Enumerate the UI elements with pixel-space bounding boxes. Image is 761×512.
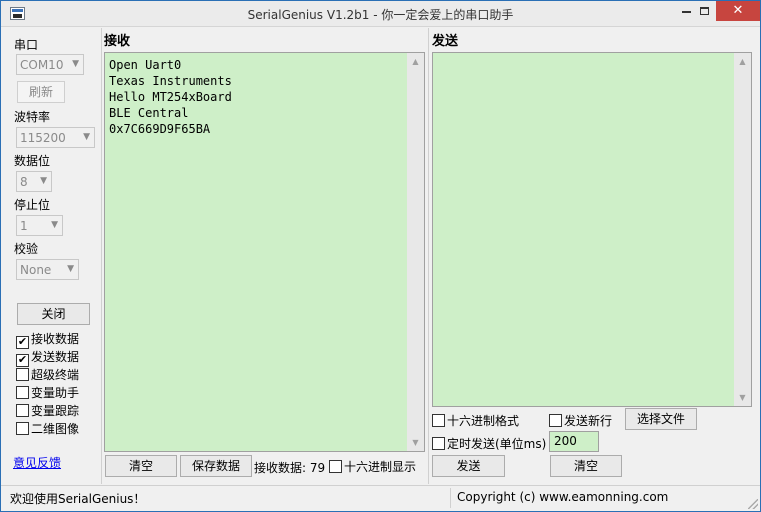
- divider: [428, 28, 429, 484]
- databits-select[interactable]: 8 ▼: [16, 171, 52, 192]
- minimize-icon: [681, 10, 691, 13]
- title-bar: SerialGenius V1.2b1 - 你一定会爱上的串口助手 ✕: [1, 1, 760, 27]
- port-label: 串口: [14, 38, 39, 52]
- receive-line: Hello MT254xBoard: [109, 90, 232, 104]
- checkbox[interactable]: [432, 437, 445, 450]
- baud-label: 波特率: [14, 110, 51, 124]
- option-label: 定时发送(单位ms): [447, 437, 547, 451]
- chevron-down-icon: ▼: [67, 264, 74, 274]
- open-close-port-button[interactable]: 关闭: [17, 303, 90, 325]
- checkbox[interactable]: [432, 414, 445, 427]
- option-label: 超级终端: [31, 368, 80, 382]
- port-value: COM10: [20, 58, 64, 72]
- feedback-link[interactable]: 意见反馈: [13, 454, 61, 471]
- status-welcome: 欢迎使用SerialGenius！: [10, 492, 146, 506]
- option-label: 变量助手: [31, 386, 80, 400]
- chevron-down-icon: ▼: [40, 176, 47, 186]
- stopbits-label: 停止位: [14, 198, 51, 212]
- port-select[interactable]: COM10 ▼: [16, 54, 84, 75]
- checkbox[interactable]: [329, 460, 342, 473]
- receive-line: 0x7C669D9F65BA: [109, 122, 211, 136]
- close-window-button[interactable]: ✕: [716, 1, 760, 21]
- stopbits-value: 1: [20, 219, 28, 233]
- option-label: 接收数据: [31, 332, 80, 346]
- close-icon: ✕: [732, 3, 744, 18]
- option-variable-tracking[interactable]: 变量跟踪: [16, 402, 79, 418]
- send-scrollbar[interactable]: ▲ ▼: [734, 53, 751, 406]
- chevron-down-icon: ▼: [72, 59, 79, 69]
- option-label: 变量跟踪: [31, 404, 80, 418]
- send-button[interactable]: 发送: [432, 455, 505, 477]
- status-bar: 欢迎使用SerialGenius！ Copyright (c) www.eamo…: [1, 485, 760, 511]
- choose-file-button[interactable]: 选择文件: [625, 408, 697, 430]
- option-label: 十六进制显示: [344, 460, 417, 474]
- receive-content: Open Uart0 Texas Instruments Hello MT254…: [109, 57, 232, 137]
- option-label: 二维图像: [31, 422, 80, 436]
- parity-select[interactable]: None ▼: [16, 259, 79, 280]
- checkbox[interactable]: [16, 386, 29, 399]
- checkbox[interactable]: [16, 368, 29, 381]
- send-hex-format-option[interactable]: 十六进制格式: [432, 412, 519, 428]
- receive-textarea[interactable]: Open Uart0 Texas Instruments Hello MT254…: [104, 52, 425, 452]
- parity-value: None: [20, 263, 52, 277]
- scroll-up-icon[interactable]: ▲: [407, 53, 424, 70]
- check-icon: ✔: [17, 335, 28, 348]
- send-title: 发送: [432, 34, 459, 49]
- receive-line: Texas Instruments: [109, 74, 232, 88]
- refresh-button[interactable]: 刷新: [17, 81, 65, 103]
- stopbits-select[interactable]: 1 ▼: [16, 215, 63, 236]
- baud-value: 115200: [20, 131, 66, 145]
- checkbox[interactable]: [549, 414, 562, 427]
- chevron-down-icon: ▼: [51, 220, 58, 230]
- option-label: 发送数据: [31, 350, 80, 364]
- receive-hex-option[interactable]: 十六进制显示: [329, 458, 416, 474]
- divider: [450, 488, 451, 508]
- window-title: SerialGenius V1.2b1 - 你一定会爱上的串口助手: [247, 8, 514, 22]
- option-super-terminal[interactable]: 超级终端: [16, 366, 79, 382]
- receive-line: BLE Central: [109, 106, 189, 120]
- option-send-data[interactable]: ✔ 发送数据: [16, 348, 80, 367]
- receive-line: Open Uart0: [109, 58, 182, 72]
- receive-clear-button[interactable]: 清空: [105, 455, 177, 477]
- baud-select[interactable]: 115200 ▼: [16, 127, 95, 148]
- databits-value: 8: [20, 175, 28, 189]
- status-copyright: Copyright (c) www.eamonning.com: [457, 490, 669, 504]
- divider: [101, 28, 102, 484]
- send-newline-option[interactable]: 发送新行: [549, 412, 612, 428]
- send-clear-button[interactable]: 清空: [550, 455, 622, 477]
- option-label: 十六进制格式: [447, 414, 520, 428]
- checkbox[interactable]: [16, 404, 29, 417]
- scroll-up-icon[interactable]: ▲: [734, 53, 751, 70]
- checkbox[interactable]: [16, 422, 29, 435]
- resize-grip-icon[interactable]: [748, 499, 758, 509]
- check-icon: ✔: [17, 353, 28, 366]
- option-receive-data[interactable]: ✔ 接收数据: [16, 330, 80, 349]
- parity-label: 校验: [14, 242, 39, 256]
- save-data-button[interactable]: 保存数据: [180, 455, 252, 477]
- chevron-down-icon: ▼: [83, 132, 90, 142]
- option-2d-image[interactable]: 二维图像: [16, 420, 79, 436]
- receive-title: 接收: [104, 34, 131, 49]
- timed-send-option[interactable]: 定时发送(单位ms): [432, 435, 546, 451]
- option-variable-helper[interactable]: 变量助手: [16, 384, 79, 400]
- scroll-down-icon[interactable]: ▼: [734, 389, 751, 406]
- databits-label: 数据位: [14, 154, 51, 168]
- main-window: SerialGenius V1.2b1 - 你一定会爱上的串口助手 ✕ 串口 C…: [0, 0, 761, 512]
- maximize-icon: [699, 6, 709, 15]
- receive-count: 接收数据: 79: [254, 461, 326, 475]
- send-textarea[interactable]: ▲ ▼: [432, 52, 752, 407]
- interval-input[interactable]: 200: [549, 431, 599, 452]
- option-label: 发送新行: [564, 414, 613, 428]
- maximize-button[interactable]: [691, 1, 717, 21]
- scroll-down-icon[interactable]: ▼: [407, 434, 424, 451]
- receive-scrollbar[interactable]: ▲ ▼: [407, 53, 424, 451]
